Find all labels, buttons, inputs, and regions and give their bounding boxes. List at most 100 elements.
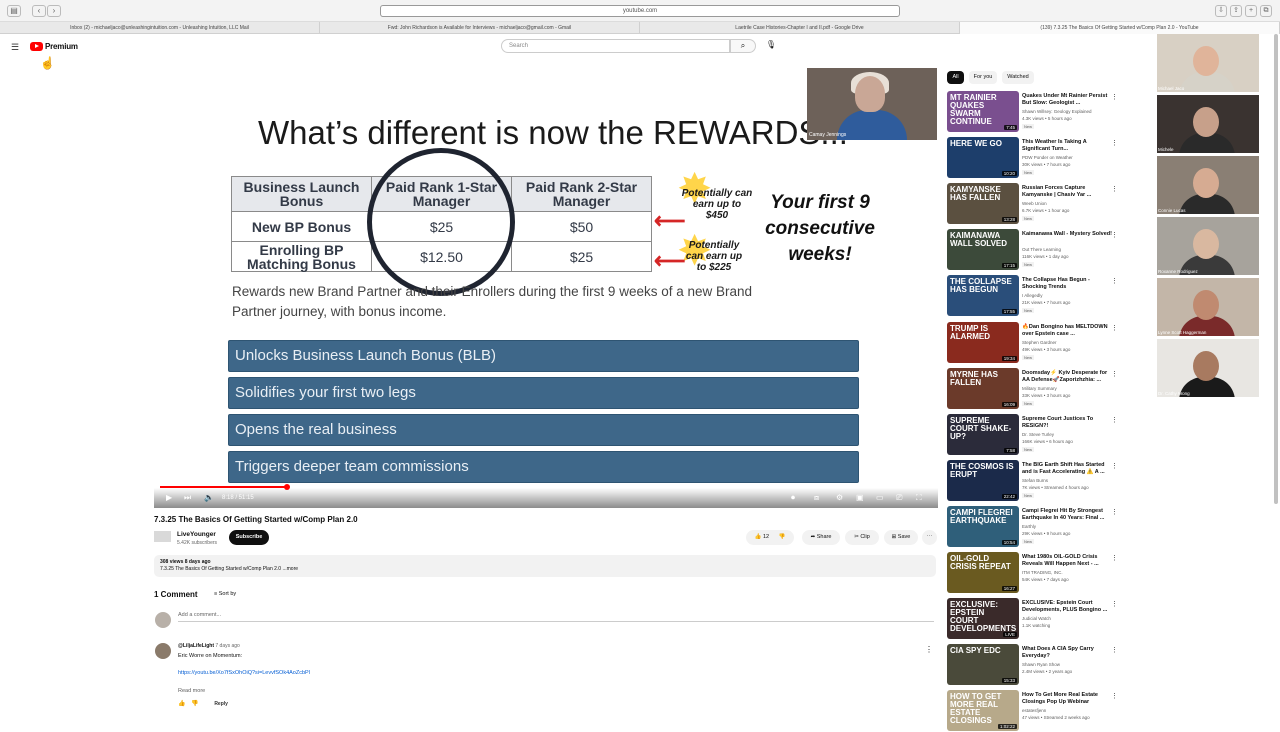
more-options-icon[interactable]: ⋮ xyxy=(1111,692,1118,700)
description-box[interactable]: 308 views 8 days ago 7.3.25 The Basics O… xyxy=(154,555,936,577)
channel-name[interactable]: ITM TRADING, INC. xyxy=(1022,570,1063,575)
channel-name[interactable]: Shawn Ryan Show xyxy=(1022,662,1060,667)
video-thumbnail[interactable]: CAMPI FLEGREI EARTHQUAKE 10:54 xyxy=(947,505,1019,547)
tab-overview-icon[interactable]: ⧉ xyxy=(1260,5,1272,17)
recommendation-item[interactable]: HERE WE GO 10:20 This Weather Is Taking A … xyxy=(947,137,1122,179)
recommendation-item[interactable]: SUPREME COURT SHAKE-UP? 7:58 Supreme Court… xyxy=(947,413,1122,456)
recommendation-item[interactable]: CAMPI FLEGREI EARTHQUAKE 10:54 Campi Flegr… xyxy=(947,505,1122,548)
share-button[interactable]: ➦ Share xyxy=(802,530,840,545)
sort-by-button[interactable]: ≡ Sort by xyxy=(214,591,236,597)
video-thumbnail[interactable]: HERE WE GO 10:20 xyxy=(947,137,1019,179)
video-title[interactable]: The Collapse Has Begun - Shocking Trends xyxy=(1022,277,1112,291)
address-bar[interactable]: youtube.com xyxy=(380,5,900,17)
video-title[interactable]: Doomsday⚡ Kyiv Desperate for AA Defense🚀… xyxy=(1022,370,1112,384)
search-button[interactable]: ⌕ xyxy=(730,39,756,53)
video-title[interactable]: Kaimanawa Wall - Mystery Solved! xyxy=(1022,231,1112,238)
cast-icon[interactable]: ⎚ xyxy=(896,493,902,503)
thumbs-up-icon[interactable]: 👍 xyxy=(178,701,185,707)
recommendation-item[interactable]: THE COLLAPSE HAS BEGUN 17:55 The Collapse … xyxy=(947,275,1122,317)
like-button[interactable]: 👍 12 👎 xyxy=(746,530,794,545)
reply-button[interactable]: Reply xyxy=(214,701,228,707)
video-title[interactable]: Quakes Under Mt Rainier Persist But Slow… xyxy=(1022,93,1112,107)
video-thumbnail[interactable]: EXCLUSIVE: EPSTEIN COURT DEVELOPMENTS LIV… xyxy=(947,598,1019,640)
tab-google-drive[interactable]: Laetrile Case Histories-Chapter I and II… xyxy=(640,22,960,34)
sidebar-toggle-icon[interactable]: ▤ xyxy=(7,5,21,17)
video-thumbnail[interactable]: KAIMANAWA WALL SOLVED 17:15 xyxy=(947,229,1019,271)
recommendation-item[interactable]: OIL-GOLD CRISIS REPEAT 16:27 What 1980s OI… xyxy=(947,552,1122,594)
more-options-icon[interactable]: ⋮ xyxy=(1111,462,1118,470)
recommendation-item[interactable]: CIA SPY EDC 15:33 What Does A CIA Spy Carr… xyxy=(947,644,1122,686)
volume-icon[interactable]: 🔈 xyxy=(204,493,214,502)
progress-bar[interactable] xyxy=(160,484,932,490)
recommendation-item[interactable]: KAMYANSKE HAS FALLEN 13:28 Russian Forces … xyxy=(947,183,1122,225)
chip-all[interactable]: All xyxy=(947,71,964,84)
channel-name[interactable]: I Allegedly xyxy=(1022,293,1043,298)
video-title[interactable]: EXCLUSIVE: Epstein Court Developments, P… xyxy=(1022,600,1112,614)
fullscreen-icon[interactable]: ⛶ xyxy=(916,493,922,503)
more-options-icon[interactable]: ⋮ xyxy=(1111,93,1118,101)
video-title[interactable]: The BIG Earth Shift Has Started and is F… xyxy=(1022,462,1112,476)
more-actions-icon[interactable]: ⋯ xyxy=(922,530,937,545)
author-handle[interactable]: @LiljaLifeLight xyxy=(178,643,214,649)
video-thumbnail[interactable]: TRUMP IS ALARMED 19:34 xyxy=(947,321,1019,363)
video-thumbnail[interactable]: OIL-GOLD CRISIS REPEAT 16:27 xyxy=(947,552,1019,593)
play-icon[interactable]: ▶ xyxy=(166,493,172,502)
video-title[interactable]: What 1980s OIL-GOLD Crisis Reveals Will … xyxy=(1022,554,1112,568)
channel-name[interactable]: PDW Ponder on Weather xyxy=(1022,155,1073,160)
channel-name[interactable]: Weeb Union xyxy=(1022,201,1047,206)
thumbs-down-icon[interactable]: 👎 xyxy=(779,534,786,540)
save-button[interactable]: ⊞ Save xyxy=(884,530,918,545)
microphone-icon[interactable]: 🎙 xyxy=(765,40,777,52)
page-scrollbar[interactable] xyxy=(1274,34,1278,504)
forward-button[interactable]: › xyxy=(47,5,61,17)
chip-watched[interactable]: Watched xyxy=(1002,71,1034,84)
video-thumbnail[interactable]: KAMYANSKE HAS FALLEN 13:28 xyxy=(947,183,1019,225)
next-icon[interactable]: ⏭ xyxy=(184,493,191,503)
thumbs-down-icon[interactable]: 👎 xyxy=(191,701,198,707)
recommendation-item[interactable]: TRUMP IS ALARMED 19:34 🔥Dan Bongino has ME… xyxy=(947,321,1122,364)
channel-name[interactable]: Shawn Willsey: Geology Explained xyxy=(1022,109,1092,114)
comment-menu-icon[interactable]: ⋮ xyxy=(925,645,933,654)
video-thumbnail[interactable]: SUPREME COURT SHAKE-UP? 7:58 xyxy=(947,413,1019,455)
video-thumbnail[interactable]: HOW TO GET MORE REAL ESTATE CLOSINGS 1:02… xyxy=(947,690,1019,732)
theater-icon[interactable]: ▭ xyxy=(876,493,884,502)
channel-name[interactable]: LiveYounger xyxy=(177,531,216,538)
channel-name[interactable]: Stefan Burns xyxy=(1022,478,1048,483)
back-button[interactable]: ‹ xyxy=(32,5,46,17)
channel-name[interactable]: Judicial Watch xyxy=(1022,616,1051,621)
youtube-logo[interactable]: Premium xyxy=(30,40,78,52)
more-options-icon[interactable]: ⋮ xyxy=(1111,508,1118,516)
clip-button[interactable]: ✂ Clip xyxy=(845,530,879,545)
new-tab-icon[interactable]: + xyxy=(1245,5,1257,17)
video-title[interactable]: This Weather Is Taking A Significant Tur… xyxy=(1022,139,1112,153)
video-thumbnail[interactable]: THE COLLAPSE HAS BEGUN 17:55 xyxy=(947,275,1019,317)
more-options-icon[interactable]: ⋮ xyxy=(1111,646,1118,654)
channel-avatar[interactable] xyxy=(154,531,171,542)
video-thumbnail[interactable]: MYRNE HAS FALLEN 16:09 xyxy=(947,367,1019,409)
channel-name[interactable]: estatesfjenn xyxy=(1022,708,1046,713)
more-options-icon[interactable]: ⋮ xyxy=(1111,231,1118,239)
more-options-icon[interactable]: ⋮ xyxy=(1111,416,1118,424)
recommendation-item[interactable]: EXCLUSIVE: EPSTEIN COURT DEVELOPMENTS LIV… xyxy=(947,598,1122,640)
more-options-icon[interactable]: ⋮ xyxy=(1111,139,1118,147)
channel-name[interactable]: Military Summary xyxy=(1022,386,1057,391)
recommendation-item[interactable]: MT RAINIER QUAKES SWARM CONTINUE 7:45 Quak… xyxy=(947,91,1122,133)
autoplay-toggle[interactable]: ⏺ xyxy=(791,493,795,503)
subtitles-icon[interactable]: ⧈ xyxy=(814,493,819,503)
comment-link[interactable]: https://youtu.be/Xo7fSxOhOiQ?si=LevvfSOk… xyxy=(178,670,310,676)
share-icon[interactable]: ⇪ xyxy=(1230,5,1242,17)
video-thumbnail[interactable]: CIA SPY EDC 15:33 xyxy=(947,644,1019,686)
recommendation-item[interactable]: THE COSMOS IS ERUPT 22:42 The BIG Earth Sh… xyxy=(947,459,1122,502)
more-options-icon[interactable]: ⋮ xyxy=(1111,370,1118,378)
miniplayer-icon[interactable]: ▣ xyxy=(856,493,864,502)
recommendation-item[interactable]: KAIMANAWA WALL SOLVED 17:15 Kaimanawa Wall… xyxy=(947,229,1122,271)
chip-for-you[interactable]: For you xyxy=(969,71,997,84)
recommendation-item[interactable]: MYRNE HAS FALLEN 16:09 Doomsday⚡ Kyiv Desp… xyxy=(947,367,1122,410)
comment-author[interactable]: @LiljaLifeLight 7 days ago xyxy=(178,643,240,649)
tab-gmail[interactable]: Fwd: John Richardson is Available for In… xyxy=(320,22,640,34)
more-options-icon[interactable]: ⋮ xyxy=(1111,554,1118,562)
avatar[interactable] xyxy=(155,643,171,659)
channel-name[interactable]: Earthly xyxy=(1022,524,1036,529)
video-title[interactable]: Russian Forces Capture Kamyanske | Chasi… xyxy=(1022,185,1112,199)
tab-youtube[interactable]: (139) 7.3.25 The Basics Of Getting Start… xyxy=(960,22,1280,34)
